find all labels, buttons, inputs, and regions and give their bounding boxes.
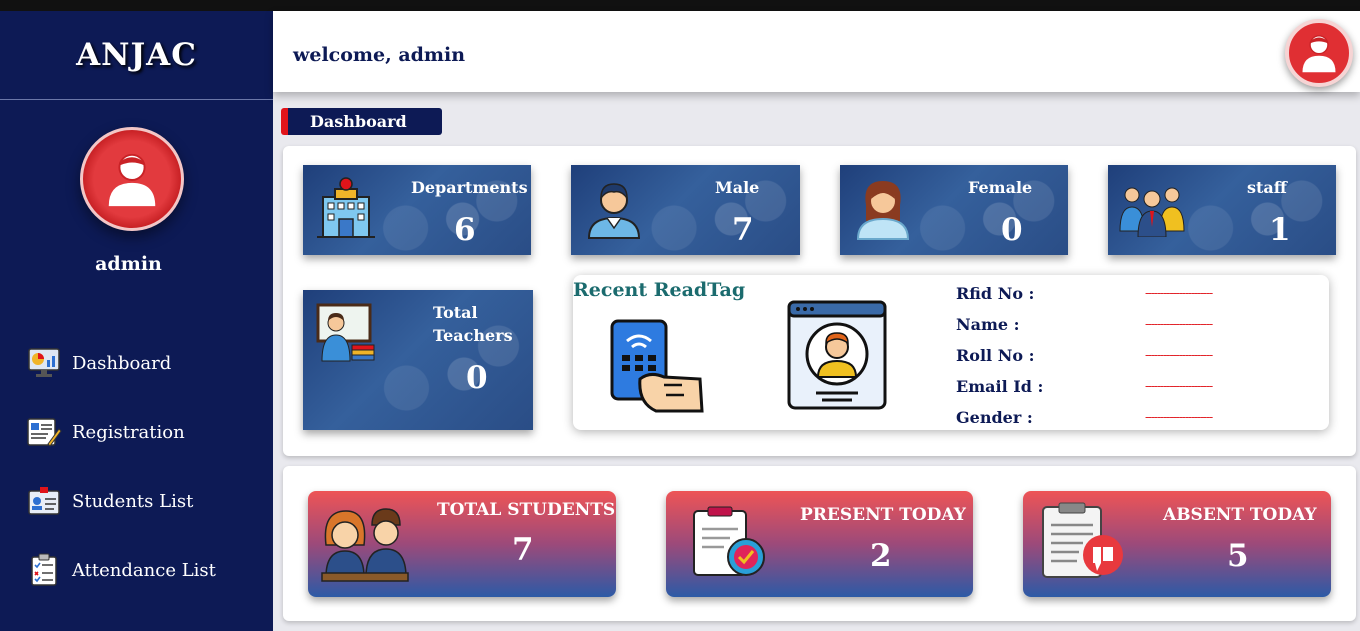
stat-card-male[interactable]: Male 7 bbox=[571, 165, 800, 255]
top-header: welcome, admin bbox=[273, 11, 1360, 92]
clipboard-check-icon bbox=[693, 506, 765, 576]
stat-label: Departments bbox=[411, 178, 528, 197]
stat-label: Male bbox=[715, 178, 760, 197]
user-icon bbox=[108, 153, 156, 207]
sidebar-item-label: Dashboard bbox=[72, 352, 172, 374]
rfid-card-hand-icon bbox=[610, 319, 704, 413]
page-title-breadcrumb: Dashboard bbox=[281, 108, 442, 135]
profile-scan-icon bbox=[787, 300, 887, 410]
stat-value: 0 bbox=[1001, 212, 1023, 248]
teacher-icon bbox=[316, 303, 375, 362]
clipboard-thumbs-down-icon bbox=[1042, 502, 1123, 578]
readtag-label-rfid: Rfid No : bbox=[956, 284, 1035, 303]
stat-value: 6 bbox=[454, 212, 476, 248]
summary-value: 2 bbox=[870, 538, 892, 574]
recent-readtag-card: Recent ReadTag Rfid No : ---------------… bbox=[573, 275, 1329, 430]
dashboard-monitor-icon bbox=[26, 345, 62, 381]
registration-form-icon bbox=[26, 414, 62, 450]
stat-value: 1 bbox=[1269, 212, 1291, 248]
readtag-label-name: Name : bbox=[956, 315, 1020, 334]
sidebar-avatar bbox=[80, 127, 184, 231]
summary-card-total-students[interactable]: TOTAL STUDENTS 7 bbox=[308, 491, 616, 597]
female-user-icon bbox=[856, 181, 910, 240]
stat-value: 7 bbox=[732, 212, 754, 248]
readtag-title: Recent ReadTag bbox=[573, 279, 746, 301]
stat-value: 0 bbox=[466, 360, 488, 396]
sidebar-item-registration[interactable]: Registration bbox=[26, 414, 185, 450]
user-icon bbox=[1302, 35, 1336, 73]
readtag-value-gender: ---------------------- bbox=[1145, 410, 1213, 424]
welcome-text: welcome, admin bbox=[293, 44, 466, 66]
summary-label: PRESENT TODAY bbox=[800, 505, 966, 525]
sidebar-username: admin bbox=[95, 253, 162, 275]
stat-card-total-teachers[interactable]: Total Teachers 0 bbox=[303, 290, 533, 430]
readtag-label-roll: Roll No : bbox=[956, 346, 1035, 365]
sidebar-item-label: Registration bbox=[72, 421, 185, 443]
browser-bookmarks-strip bbox=[0, 0, 1360, 11]
building-icon bbox=[317, 177, 375, 238]
checklist-icon bbox=[26, 552, 62, 588]
summary-card-present-today[interactable]: PRESENT TODAY 2 bbox=[666, 491, 973, 597]
readtag-value-rfid: ---------------------- bbox=[1145, 286, 1213, 300]
stat-card-female[interactable]: Female 0 bbox=[840, 165, 1068, 255]
summary-card-absent-today[interactable]: ABSENT TODAY 5 bbox=[1023, 491, 1331, 597]
summary-value: 7 bbox=[512, 532, 534, 568]
stat-label: Total Teachers bbox=[433, 303, 513, 345]
stat-label: Female bbox=[968, 178, 1033, 197]
brand-logo-text: ANJAC bbox=[0, 11, 273, 100]
readtag-value-name: ---------------------- bbox=[1145, 317, 1213, 331]
readtag-label-email: Email Id : bbox=[956, 377, 1044, 396]
summary-label: TOTAL STUDENTS bbox=[437, 500, 616, 520]
summary-value: 5 bbox=[1227, 538, 1249, 574]
stat-card-departments[interactable]: Departments 6 bbox=[303, 165, 531, 255]
male-user-icon bbox=[587, 183, 641, 239]
sidebar-item-attendance-list[interactable]: Attendance List bbox=[26, 552, 216, 588]
readtag-value-email: ---------------------- bbox=[1145, 379, 1213, 393]
sidebar-item-students-list[interactable]: Students List bbox=[26, 483, 193, 519]
sidebar: ANJAC admin Dashboard Registration Stude… bbox=[0, 11, 273, 631]
students-icon bbox=[321, 508, 409, 582]
readtag-label-gender: Gender : bbox=[956, 408, 1033, 427]
sidebar-item-dashboard[interactable]: Dashboard bbox=[26, 345, 171, 381]
profile-avatar-button[interactable] bbox=[1285, 19, 1353, 87]
sidebar-item-label: Attendance List bbox=[72, 559, 216, 581]
stat-card-staff[interactable]: staff 1 bbox=[1108, 165, 1336, 255]
readtag-value-roll: ---------------------- bbox=[1145, 348, 1213, 362]
summary-label: ABSENT TODAY bbox=[1163, 505, 1317, 525]
sidebar-item-label: Students List bbox=[72, 490, 194, 512]
staff-group-icon bbox=[1119, 187, 1185, 237]
id-card-icon bbox=[26, 483, 62, 519]
stat-label: staff bbox=[1247, 178, 1287, 197]
